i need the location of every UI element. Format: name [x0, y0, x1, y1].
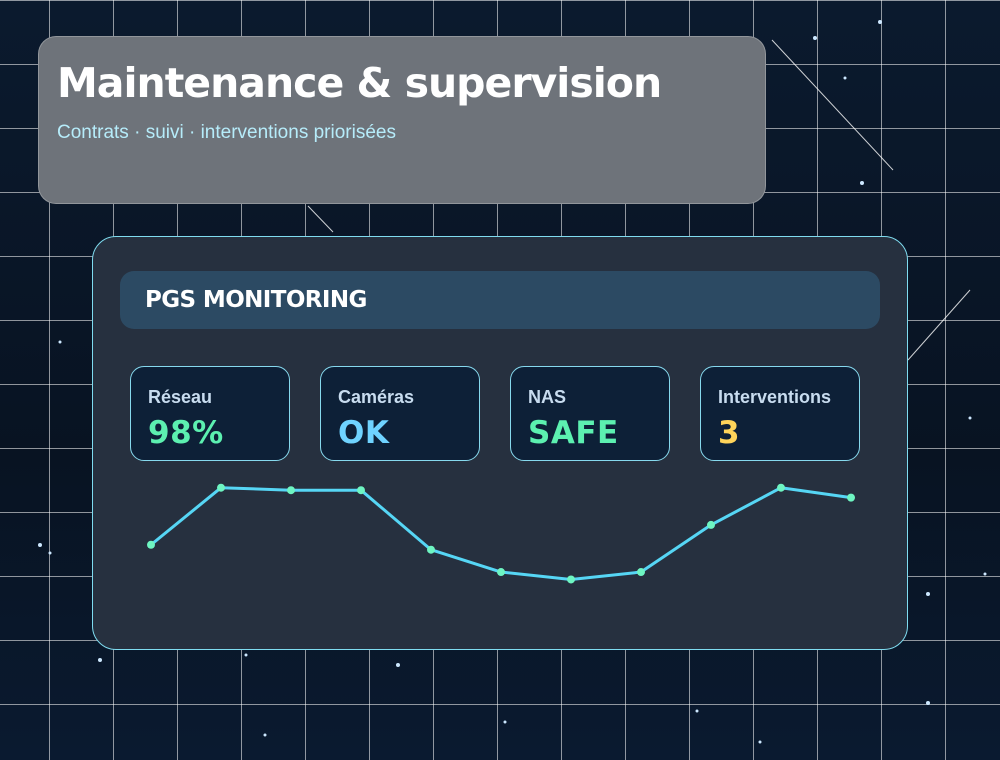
- series-line: [150, 486, 852, 581]
- page-subtitle: Contrats · suivi · interventions prioris…: [57, 122, 396, 143]
- data-point: [567, 575, 575, 584]
- page-title: Maintenance & supervision: [57, 59, 662, 107]
- data-point: [847, 493, 855, 502]
- header-card: Maintenance & supervision Contrats · sui…: [38, 36, 766, 204]
- monitoring-panel: PGS MONITORING Réseau 98% Caméras OK NAS…: [92, 236, 908, 650]
- data-point: [707, 520, 715, 529]
- data-point: [287, 486, 295, 495]
- data-point: [777, 483, 785, 492]
- data-point: [357, 486, 365, 495]
- data-point: [497, 568, 505, 577]
- data-point: [217, 483, 225, 492]
- data-point: [147, 540, 155, 549]
- trend-chart: [147, 483, 855, 584]
- data-point: [637, 568, 645, 577]
- data-point: [427, 545, 435, 554]
